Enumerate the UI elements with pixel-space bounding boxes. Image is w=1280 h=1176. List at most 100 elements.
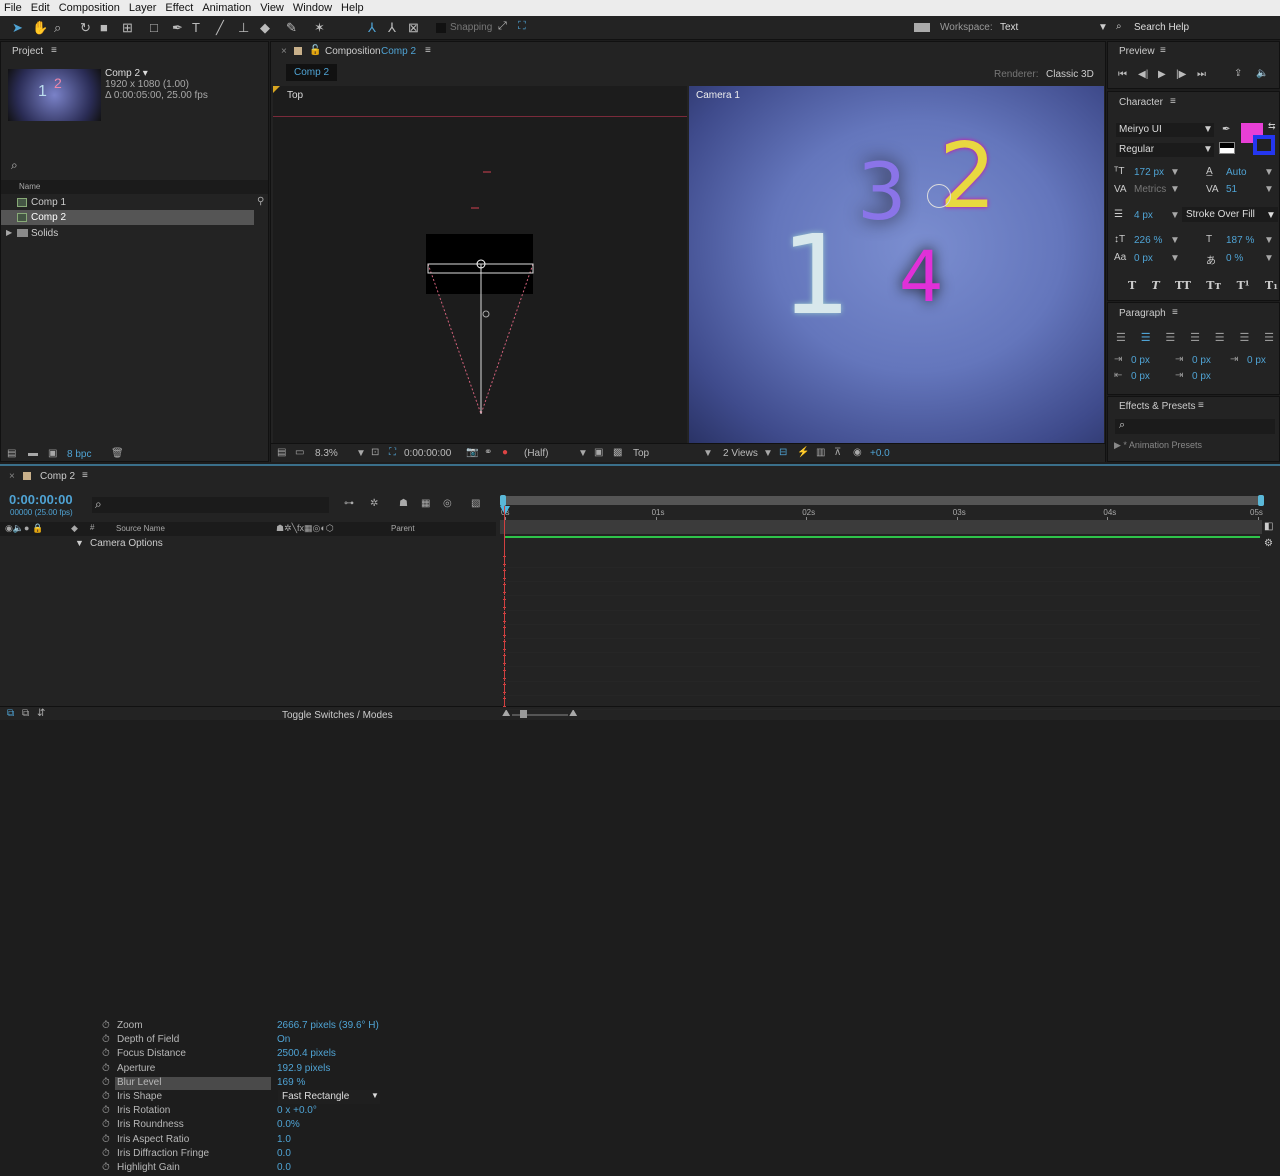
stopwatch-icon[interactable]: ⏱ [102,1105,110,1116]
stroke-mode-select[interactable]: Stroke Over Fill [1182,207,1278,222]
composition-mini-flowchart-icon[interactable]: ⊶ [344,498,354,509]
workspace-select[interactable]: Text [1000,22,1018,33]
renderer-select[interactable]: Classic 3D [1046,69,1094,80]
keyframe-marker[interactable] [503,669,506,679]
property-value[interactable]: On [277,1034,290,1045]
camera-tool-icon[interactable]: ■ [100,20,108,35]
justify-all-icon[interactable]: ☰ [1264,331,1274,344]
space-after-value[interactable]: 0 px [1192,371,1211,382]
keyframe-marker[interactable] [503,641,506,651]
snapping-checkbox[interactable] [436,23,446,33]
name-column[interactable]: Name [19,182,40,191]
timeline-tab[interactable]: Comp 2 [40,471,75,482]
project-search-icon[interactable]: ⌕ [11,158,18,173]
dropdown-icon[interactable]: ▼ [578,448,588,459]
dropdown-icon[interactable]: ▼ [356,448,366,459]
keyframe-marker[interactable] [503,598,506,608]
keyframe-marker[interactable] [503,683,506,693]
dropdown-icon[interactable]: ▼ [763,448,773,459]
next-frame-icon[interactable]: |▶ [1176,69,1186,80]
menu-effect[interactable]: Effect [165,2,193,14]
zoom-tool-icon[interactable]: ⌕ [54,20,61,36]
snap-features-icon[interactable]: ⛶ [518,20,526,33]
panel-menu-icon[interactable]: ≡ [1170,96,1176,107]
new-folder-icon[interactable]: ▬ [28,448,38,459]
play-icon[interactable]: ▶ [1158,69,1166,80]
snapshot-icon[interactable]: 📷 [466,447,478,458]
last-frame-icon[interactable]: ⏭ [1197,69,1206,80]
motion-blur-icon[interactable]: ◎ [443,498,452,509]
preview-title[interactable]: Preview [1119,46,1155,57]
menu-layer[interactable]: Layer [129,2,157,14]
zoom-slider-handle[interactable] [520,709,527,718]
top-view-viewer[interactable]: Top [273,86,687,443]
keyframe-marker[interactable] [503,584,506,594]
stopwatch-icon[interactable]: ⏱ [102,1091,110,1102]
layer-switches-icons[interactable]: ☗✲╲fx▦◎◐⬡ [276,523,334,534]
stroke-width-value[interactable]: 4 px [1134,210,1153,221]
lock-icon[interactable]: 🔓 [309,45,321,56]
justify-right-icon[interactable]: ☰ [1239,331,1249,344]
font-style-select[interactable]: Regular [1116,143,1214,157]
property-value[interactable]: 0 x +0.0° [277,1105,317,1116]
display-icon[interactable]: ▭ [295,447,304,458]
indent-right-value[interactable]: 0 px [1131,371,1150,382]
title-safe-icon[interactable]: ⊡ [371,447,379,458]
camera-wireframe[interactable] [273,86,687,443]
stopwatch-icon[interactable]: ⏱ [102,1020,110,1031]
menu-file[interactable]: File [4,2,22,14]
stopwatch-icon[interactable]: ⏱ [102,1148,110,1159]
panel-menu-icon[interactable]: ≡ [51,45,57,56]
dropdown-icon[interactable]: ▼ [371,1091,379,1100]
comp-marker-bin-icon[interactable]: ◧ [1264,521,1273,532]
all-caps-button[interactable]: TT [1175,279,1191,292]
project-item-comp1[interactable]: Comp 1 [1,195,254,210]
effects-search-input[interactable]: ⌕ [1115,419,1275,434]
keyframe-marker[interactable] [503,698,506,707]
modes-pane-icon[interactable]: ⧉ [22,708,29,719]
close-tab-icon[interactable]: × [281,46,287,57]
show-snapshot-icon[interactable]: ⚭ [484,447,492,458]
pen-tool-icon[interactable]: ✒ [172,20,183,36]
menu-help[interactable]: Help [341,2,364,14]
character-title[interactable]: Character [1119,97,1163,108]
effects-title[interactable]: Effects & Presets [1119,401,1196,412]
project-item-comp2[interactable]: Comp 2 [1,210,254,225]
camera-view-viewer[interactable]: Camera 1 1 2 3 4 [689,86,1104,443]
horizontal-scale-value[interactable]: 187 % [1226,235,1254,246]
menu-animation[interactable]: Animation [202,2,251,14]
property-row[interactable]: ⏱ Depth of Field On [0,1034,496,1048]
mask-visibility-icon[interactable]: ⛶ [389,447,396,458]
align-left-icon[interactable]: ☰ [1116,331,1126,344]
snap-options-icon[interactable]: ⤢ [498,20,507,33]
keyframe-marker[interactable] [503,570,506,580]
keyframe-marker[interactable] [503,655,506,665]
keyframe-marker[interactable] [503,556,506,565]
eyedropper-icon[interactable]: ✒ [1222,124,1230,135]
project-title[interactable]: Project [12,46,43,57]
magnification-select[interactable]: 8.3% [315,448,338,459]
property-row[interactable]: ⏱ Iris Rotation 0 x +0.0° [0,1105,496,1119]
stopwatch-icon[interactable]: ⏱ [102,1077,110,1088]
property-row[interactable]: ⏱ Iris Shape Fast Rectangle ▼ [0,1090,496,1105]
flowchart-icon[interactable]: ⊼ [834,447,841,458]
comp-breadcrumb[interactable]: Comp 2 [286,64,338,81]
layer-anchor-icon[interactable] [927,184,951,208]
iris-shape-select[interactable]: Fast Rectangle [278,1090,380,1104]
property-value[interactable]: 0.0 [277,1162,291,1173]
layer-switches-pane-icon[interactable]: ⧉ [7,708,14,719]
kerning-value[interactable]: Metrics [1134,184,1166,195]
camera-options-group[interactable]: Camera Options [90,538,163,549]
font-size-value[interactable]: 172 px [1134,167,1164,178]
menu-window[interactable]: Window [293,2,332,14]
new-composition-icon[interactable]: ▣ [48,448,57,459]
search-help-input[interactable]: Search Help [1134,22,1189,33]
graph-editor-icon[interactable]: ▧ [471,498,480,509]
rotate-tool-icon[interactable]: ↻ [80,20,91,36]
property-value[interactable]: 2666.7 pixels (39.6° H) [277,1020,379,1031]
composition-tab-name[interactable]: Comp 2 [381,46,416,57]
dropdown-icon[interactable]: ▼ [1266,210,1276,221]
dropdown-icon[interactable]: ▼ [703,448,713,459]
font-family-select[interactable]: Meiryo UI [1116,123,1214,137]
label-icon[interactable]: ◆ [71,523,78,534]
